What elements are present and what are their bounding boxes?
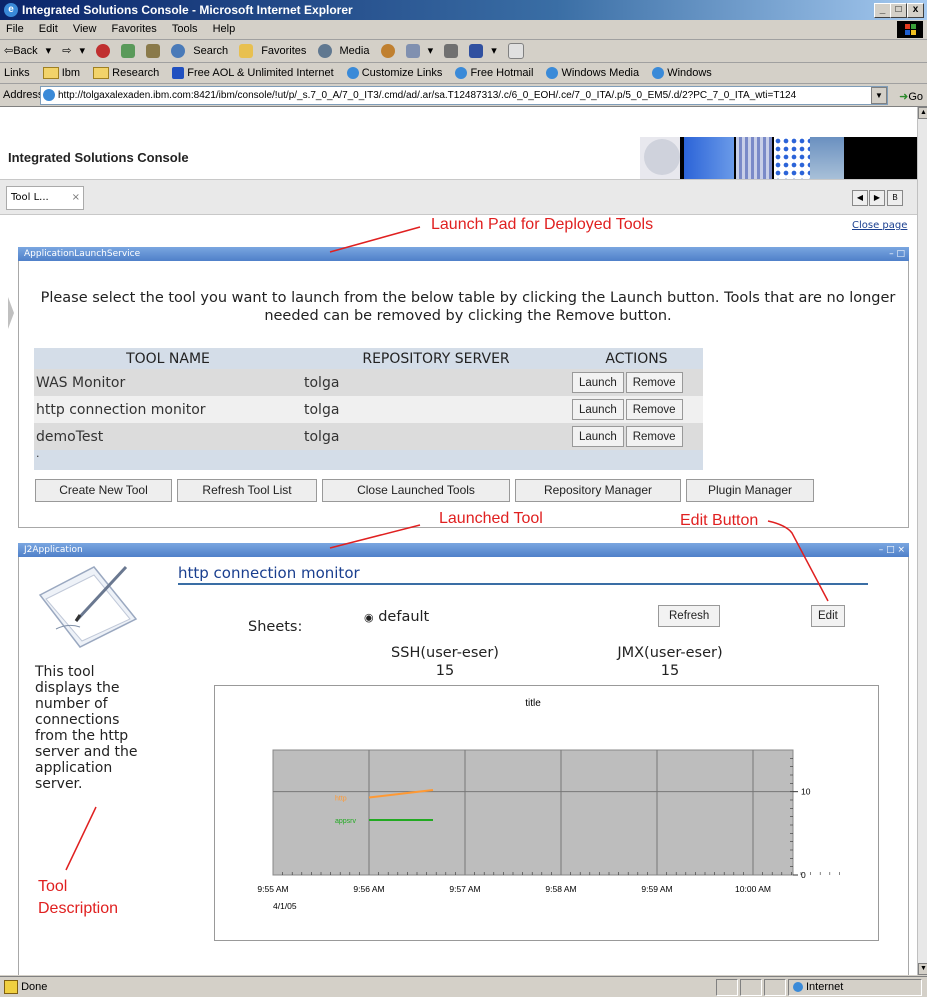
link-windows-label: Windows xyxy=(667,67,712,79)
page-status-icon xyxy=(4,980,18,995)
ie-page-icon xyxy=(346,67,359,80)
search-icon xyxy=(171,44,186,59)
scroll-up-icon[interactable]: ▲ xyxy=(918,107,927,119)
favorites-icon xyxy=(239,44,254,59)
menu-edit[interactable]: Edit xyxy=(39,23,58,35)
link-aol[interactable]: Free AOL & Unlimited Internet xyxy=(172,67,334,80)
refresh-icon[interactable] xyxy=(121,44,136,59)
annotation-edit-button: Edit Button xyxy=(680,512,759,529)
annotation-arrows xyxy=(65,226,829,871)
status-segment xyxy=(764,979,786,996)
menu-file[interactable]: File xyxy=(6,23,24,35)
print-icon[interactable] xyxy=(444,44,459,59)
address-value: http://tolgaxalexaden.ibm.com:8421/ibm/c… xyxy=(58,90,797,101)
arrow-tool-description xyxy=(65,806,97,871)
link-research[interactable]: Research xyxy=(93,67,160,80)
forward-dropdown-icon[interactable]: ▾ xyxy=(79,45,85,57)
links-label: Links xyxy=(4,67,30,79)
arrow-launch-pad xyxy=(329,226,421,253)
stop-icon[interactable] xyxy=(96,44,111,59)
go-arrow-icon: ➜ xyxy=(899,91,909,103)
status-zone: Internet xyxy=(788,979,922,996)
arrow-edit-button xyxy=(767,520,829,602)
arrow-launched-tool xyxy=(329,524,421,549)
word-edit-icon[interactable] xyxy=(469,44,484,59)
vertical-scrollbar[interactable]: ▲ ▼ xyxy=(917,107,927,975)
internet-zone-icon xyxy=(793,982,803,993)
windows-flag-icon xyxy=(897,21,923,38)
address-input[interactable]: http://tolgaxalexaden.ibm.com:8421/ibm/c… xyxy=(40,86,888,105)
discuss-icon[interactable] xyxy=(507,43,524,60)
address-dropdown-icon[interactable]: ▼ xyxy=(871,87,887,104)
ie-page-icon xyxy=(652,67,665,80)
menu-bar: File Edit View Favorites Tools Help xyxy=(0,20,927,40)
annotation-tool-desc-2: Description xyxy=(38,900,119,917)
ie-page-icon xyxy=(455,67,468,80)
aol-icon xyxy=(172,67,185,80)
back-button[interactable]: ⇦Back xyxy=(4,45,38,57)
home-icon[interactable] xyxy=(146,44,161,59)
link-windows-media[interactable]: Windows Media xyxy=(546,67,640,80)
media-icon xyxy=(317,44,332,59)
annotation-tool-desc-1: Tool xyxy=(38,878,68,895)
link-aol-label: Free AOL & Unlimited Internet xyxy=(187,67,334,79)
folder-icon xyxy=(93,67,110,80)
link-ibm[interactable]: Ibm xyxy=(42,67,81,80)
mail-icon[interactable] xyxy=(405,44,420,59)
status-text: Done xyxy=(21,981,48,993)
menu-tools[interactable]: Tools xyxy=(172,23,198,35)
link-windows-media-label: Windows Media xyxy=(561,67,640,79)
window-title: Integrated Solutions Console - Microsoft… xyxy=(22,3,353,17)
minimize-button[interactable]: _ xyxy=(874,3,891,18)
edit-dropdown-icon[interactable]: ▾ xyxy=(491,45,497,57)
search-button[interactable]: Search xyxy=(193,45,228,57)
media-button[interactable]: Media xyxy=(340,45,370,57)
link-customize[interactable]: Customize Links xyxy=(346,67,443,80)
window-titlebar: e Integrated Solutions Console - Microsof… xyxy=(0,0,927,20)
browser-toolbar: ⇦Back ▾ ⇨ ▾ Search Favorites Media ▾ ▾ xyxy=(0,40,927,63)
annotation-launched-tool: Launched Tool xyxy=(439,510,543,527)
go-button[interactable]: ➜Go xyxy=(899,86,923,108)
maximize-button[interactable]: □ xyxy=(890,3,907,18)
menu-help[interactable]: Help xyxy=(213,23,236,35)
address-bar: Address http://tolgaxalexaden.ibm.com:84… xyxy=(0,84,927,107)
page-icon xyxy=(43,89,55,102)
status-segment xyxy=(716,979,738,996)
link-customize-label: Customize Links xyxy=(361,67,443,79)
back-dropdown-icon[interactable]: ▾ xyxy=(46,45,52,57)
history-icon[interactable] xyxy=(380,44,395,59)
menu-view[interactable]: View xyxy=(73,23,97,35)
status-bar: Done Internet xyxy=(0,976,927,997)
annotation-launch-pad: Launch Pad for Deployed Tools xyxy=(431,216,654,233)
folder-icon xyxy=(42,67,59,80)
address-label: Address xyxy=(3,89,44,101)
status-segment xyxy=(740,979,762,996)
link-ibm-label: Ibm xyxy=(61,67,81,79)
ie-page-icon xyxy=(546,67,559,80)
menu-favorites[interactable]: Favorites xyxy=(112,23,157,35)
favorites-button[interactable]: Favorites xyxy=(261,45,306,57)
ie-logo-icon: e xyxy=(4,3,18,17)
close-window-button[interactable]: x xyxy=(907,3,924,18)
go-label: Go xyxy=(908,91,923,103)
mail-dropdown-icon[interactable]: ▾ xyxy=(428,45,434,57)
zone-label: Internet xyxy=(806,981,844,993)
page-content: Integrated Solutions Console Tool L... ×… xyxy=(0,107,917,975)
forward-button[interactable]: ⇨ xyxy=(62,45,71,57)
links-bar: Links Ibm Research Free AOL & Unlimited … xyxy=(0,63,927,84)
link-hotmail-label: Free Hotmail xyxy=(470,67,534,79)
link-windows[interactable]: Windows xyxy=(652,67,712,80)
link-research-label: Research xyxy=(112,67,160,79)
link-hotmail[interactable]: Free Hotmail xyxy=(455,67,534,80)
scroll-down-icon[interactable]: ▼ xyxy=(918,963,927,975)
